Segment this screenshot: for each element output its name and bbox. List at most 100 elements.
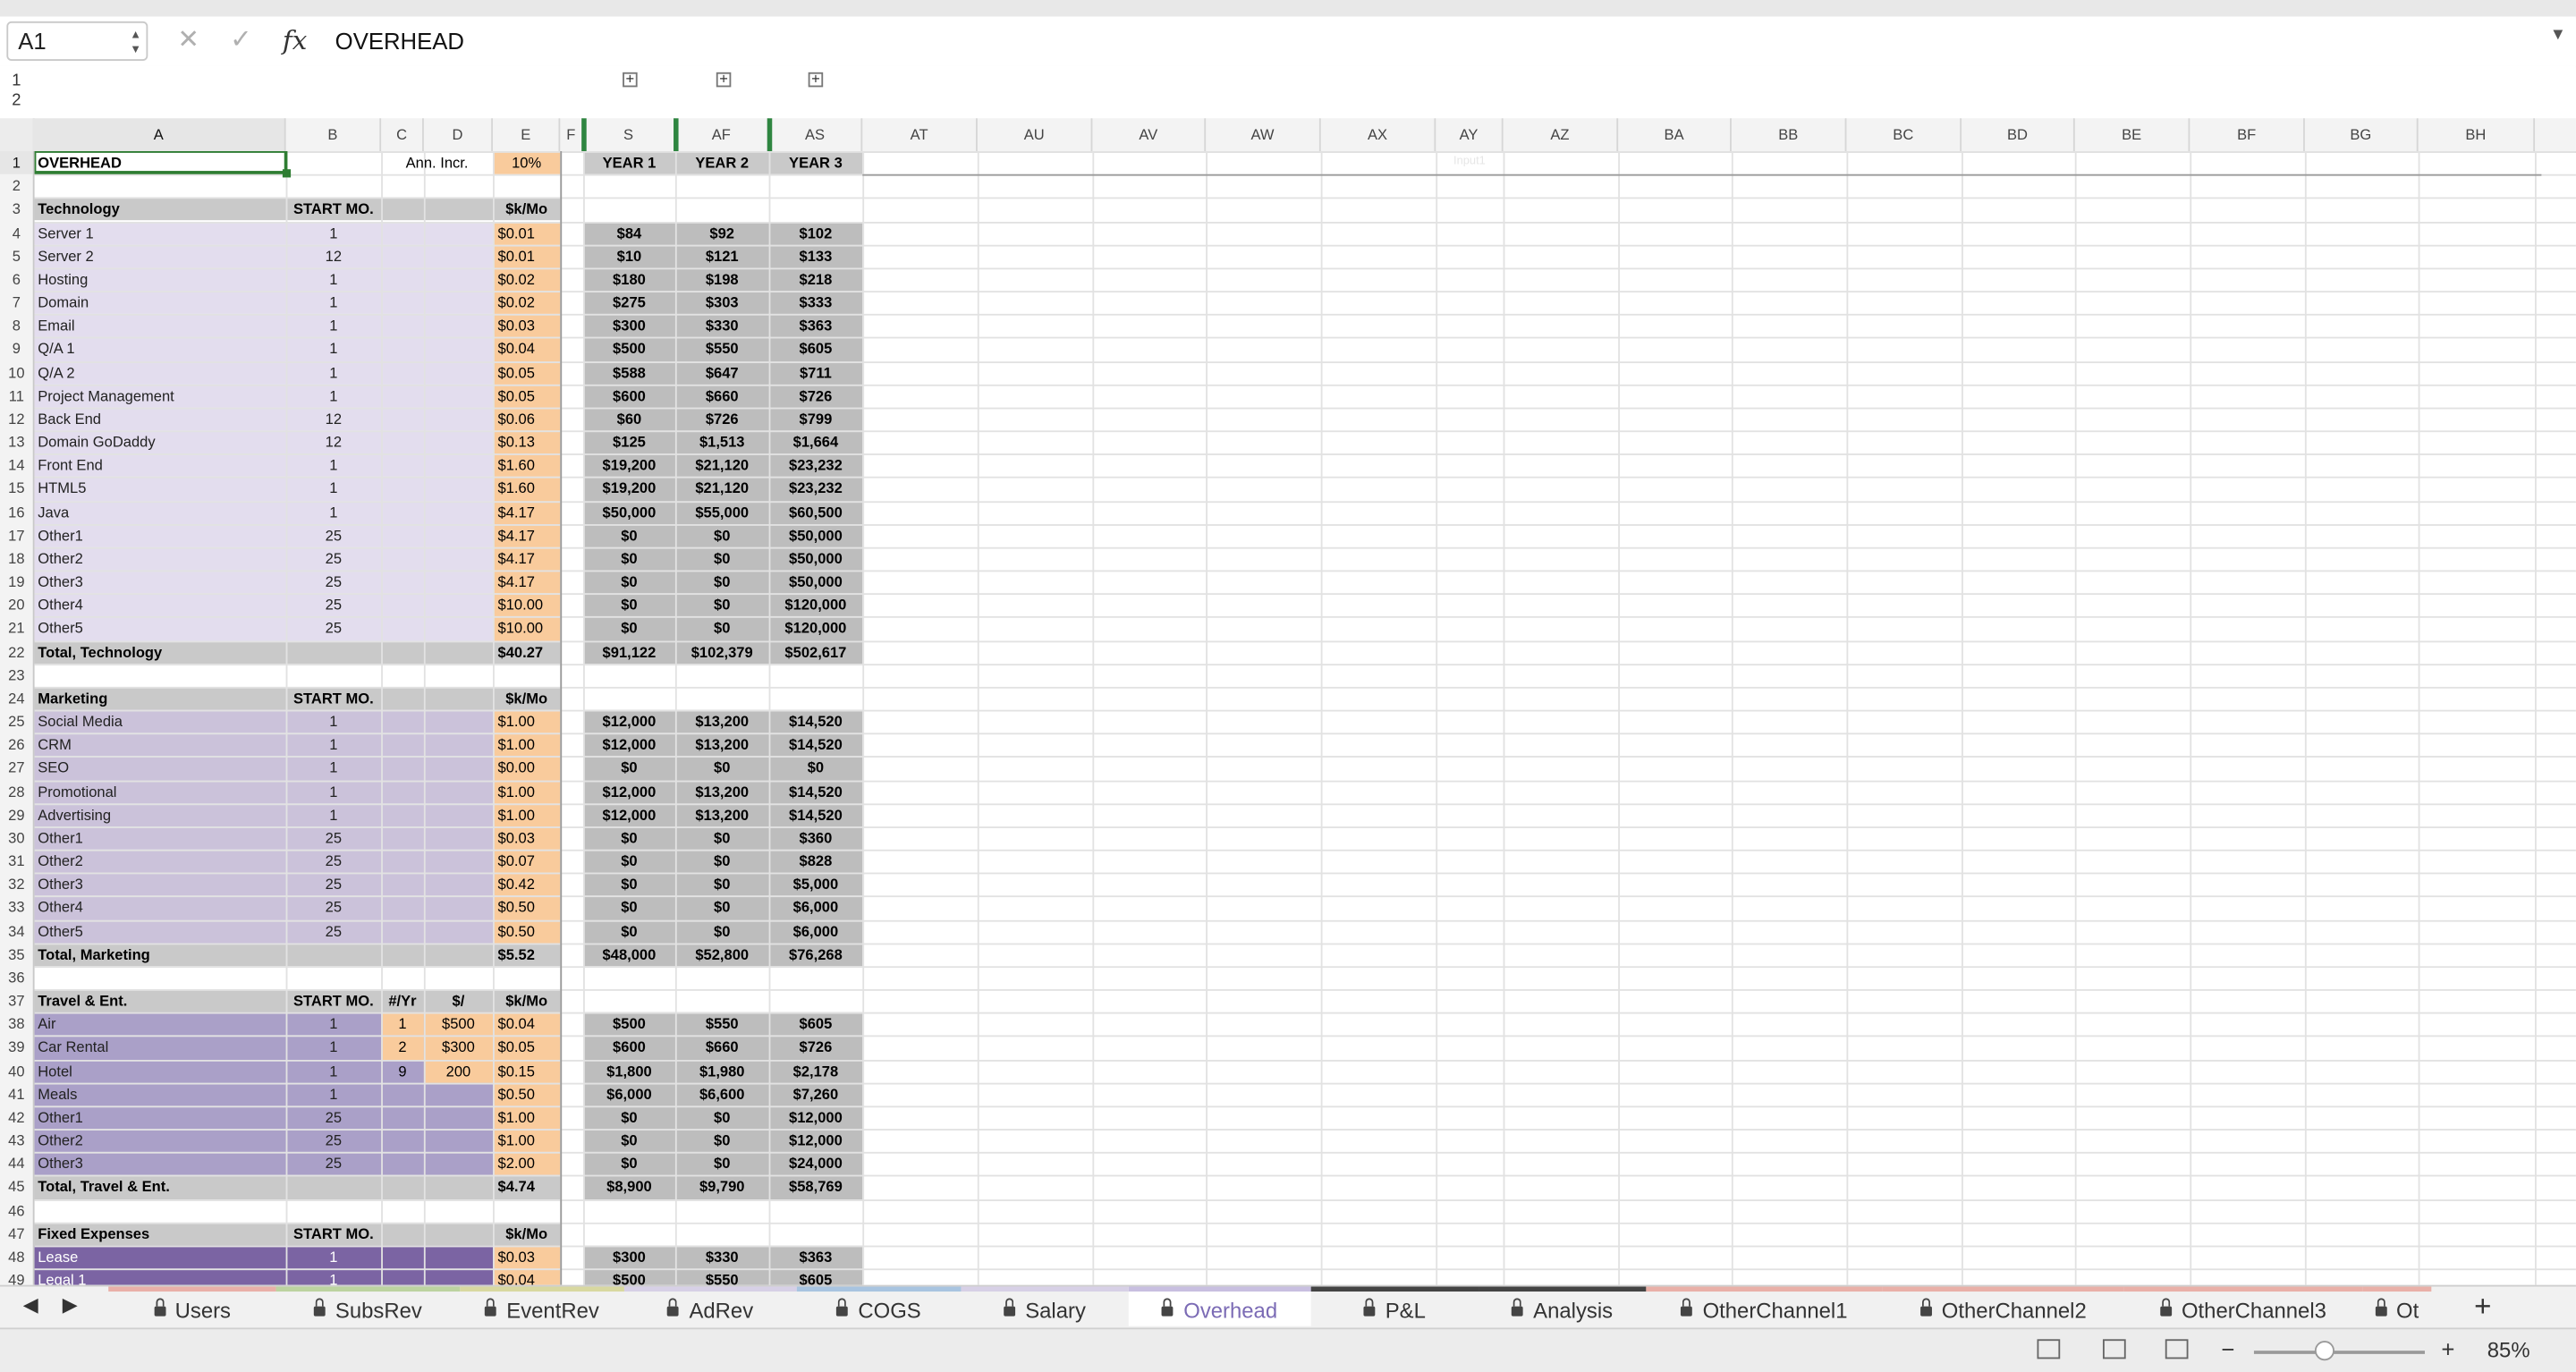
zoom-slider-knob[interactable] [2314,1341,2334,1361]
year3-value[interactable]: $12,000 [769,1129,863,1152]
year1-value[interactable]: $500 [583,337,675,360]
column-header[interactable]: F [560,118,584,152]
year3-value[interactable]: $726 [769,384,863,407]
column-header[interactable]: BH [2419,118,2536,152]
start-month[interactable]: 25 [286,1105,382,1129]
page-break-icon[interactable] [2165,1339,2189,1359]
row-label[interactable]: Q/A 1 [35,337,286,360]
start-month[interactable]: 25 [286,1129,382,1152]
row-header[interactable]: 25 [0,710,33,733]
column-header[interactable]: B [286,118,382,152]
row-header[interactable]: 29 [0,803,33,826]
start-month[interactable]: 1 [286,1269,382,1284]
year3-value[interactable]: $828 [769,850,863,873]
row-label[interactable]: Air [35,1012,286,1036]
total-monthly[interactable]: $5.52 [493,943,560,966]
row-header[interactable]: 21 [0,617,33,640]
year3-value[interactable]: $60,500 [769,501,863,524]
column-header[interactable]: AU [978,118,1093,152]
year3-value[interactable]: $7,260 [769,1082,863,1105]
year3-value[interactable]: $5,000 [769,873,863,896]
year2-value[interactable]: $0 [675,896,769,919]
row-label[interactable]: Server 2 [35,244,286,267]
start-month[interactable]: 1 [286,733,382,757]
row-header[interactable]: 41 [0,1082,33,1105]
year2-value[interactable]: $1,513 [675,430,769,453]
total-year2[interactable]: $102,379 [675,640,769,664]
section-title[interactable]: Travel & Ent. [35,989,286,1012]
row-header[interactable]: 40 [0,1059,33,1082]
total-year1[interactable]: $91,122 [583,640,675,664]
year2-value[interactable]: $0 [675,617,769,640]
start-month[interactable]: 12 [286,244,382,267]
column-header[interactable]: AS [769,118,863,152]
monthly-cost[interactable]: $0.01 [493,244,560,267]
sheet-tab[interactable]: Users [108,1286,276,1326]
year2-value[interactable]: $330 [675,314,769,337]
ann-incr-label[interactable]: Ann. Incr. [381,151,493,174]
year1-value[interactable]: $0 [583,1152,675,1175]
monthly-cost[interactable]: $0.04 [493,1269,560,1284]
year1-value[interactable]: $0 [583,617,675,640]
start-month[interactable]: 1 [286,1036,382,1059]
year1-value[interactable]: $12,000 [583,710,675,733]
year1-value[interactable]: $19,200 [583,453,675,477]
year2-value[interactable]: $0 [675,826,769,850]
monthly-cost[interactable]: $0.05 [493,1036,560,1059]
year2-value[interactable]: $303 [675,291,769,314]
start-month[interactable]: 1 [286,780,382,803]
monthly-cost[interactable]: $0.50 [493,1082,560,1105]
year1-value[interactable]: $588 [583,360,675,384]
year1-value[interactable]: $180 [583,267,675,291]
year1-value[interactable]: $0 [583,1129,675,1152]
column-header[interactable]: AW [1206,118,1321,152]
next-sheet-icon[interactable]: ▶ [63,1293,78,1317]
row-header[interactable]: 24 [0,687,33,710]
total-year2[interactable]: $9,790 [675,1175,769,1198]
row-label[interactable]: Promotional [35,780,286,803]
sheet-tab[interactable]: OtherChannel3 [2123,1286,2363,1326]
start-month[interactable]: 25 [286,850,382,873]
year3-value[interactable]: $6,000 [769,896,863,919]
monthly-cost[interactable]: $0.03 [493,314,560,337]
year2-value[interactable]: $647 [675,360,769,384]
cancel-x-icon[interactable]: ✕ [177,25,199,58]
start-month[interactable]: 1 [286,1082,382,1105]
row-header[interactable]: 46 [0,1198,33,1222]
row-label[interactable]: SEO [35,757,286,780]
year2-value[interactable]: $0 [675,1152,769,1175]
column-header[interactable]: AV [1092,118,1207,152]
row-label[interactable]: Other2 [35,850,286,873]
year2-value[interactable]: $0 [675,919,769,943]
year2-value[interactable]: $550 [675,1012,769,1036]
start-month[interactable]: 1 [286,1059,382,1082]
sheet-tab[interactable]: EventRev [460,1286,624,1326]
row-header[interactable]: 1 [0,151,33,174]
year1-value[interactable]: $0 [583,873,675,896]
monthly-cost[interactable]: $0.02 [493,267,560,291]
row-label[interactable]: Other1 [35,1105,286,1129]
count-per-year[interactable]: 9 [381,1059,424,1082]
row-header[interactable]: 47 [0,1223,33,1246]
year1-value[interactable]: $12,000 [583,780,675,803]
year3-value[interactable]: $333 [769,291,863,314]
row-header[interactable]: 27 [0,757,33,780]
unit-header[interactable]: $k/Mo [493,989,560,1012]
year1-value[interactable]: $500 [583,1012,675,1036]
monthly-cost[interactable]: $0.15 [493,1059,560,1082]
year2-value[interactable]: $198 [675,267,769,291]
select-all-corner[interactable] [0,118,35,152]
column-header[interactable]: BG [2305,118,2419,152]
total-year3[interactable]: $502,617 [769,640,863,664]
row-header[interactable]: 37 [0,989,33,1012]
outline-level-1[interactable]: 1 [6,72,26,92]
unit-header[interactable]: $k/Mo [493,687,560,710]
year2-value[interactable]: $92 [675,221,769,244]
row-header[interactable]: 35 [0,943,33,966]
monthly-cost[interactable]: $0.05 [493,360,560,384]
year3-value[interactable]: $102 [769,221,863,244]
year1-value[interactable]: $600 [583,1036,675,1059]
expand-formula-icon[interactable]: ▼ [2550,26,2566,44]
monthly-cost[interactable]: $0.07 [493,850,560,873]
column-header[interactable]: AY [1436,118,1504,152]
